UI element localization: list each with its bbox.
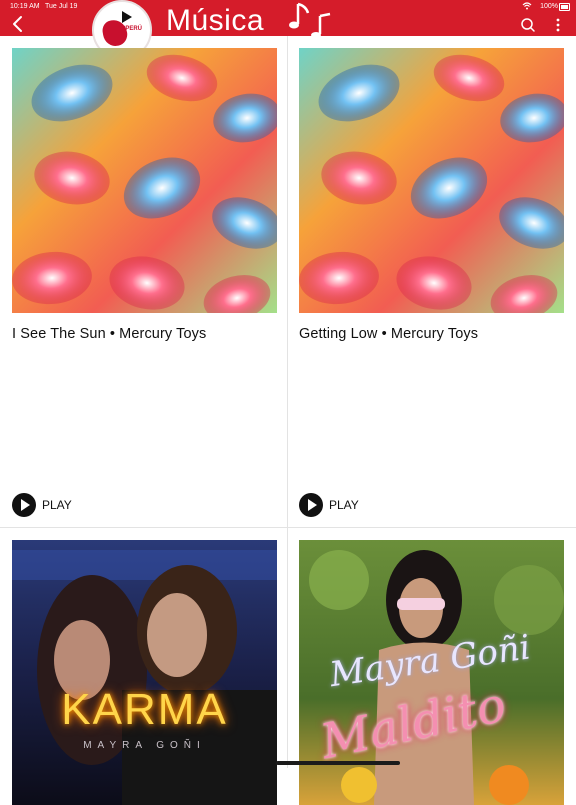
- album-cover[interactable]: [299, 48, 564, 313]
- chevron-left-icon[interactable]: [10, 14, 26, 34]
- status-date: Tue Jul 19: [45, 3, 78, 10]
- more-vertical-icon[interactable]: [550, 17, 566, 33]
- app-header: APPERÚ Música: [0, 0, 576, 60]
- play-button[interactable]: [12, 493, 36, 517]
- search-icon[interactable]: [520, 17, 536, 33]
- song-caption: Getting Low • Mercury Toys: [299, 326, 479, 342]
- logo-text: APPERÚ: [117, 26, 143, 32]
- song-grid: I See The Sun • Mercury Toys PLAY Gettin…: [0, 36, 576, 805]
- album-cover-artist: MAYRA GOÑI: [83, 740, 206, 751]
- song-card[interactable]: Mayra Goñi Maldito: [288, 528, 576, 805]
- album-cover[interactable]: Mayra Goñi Maldito: [299, 540, 564, 805]
- play-logo-icon: [122, 11, 132, 23]
- song-caption: I See The Sun • Mercury Toys: [12, 326, 207, 342]
- play-label[interactable]: PLAY: [329, 498, 359, 512]
- home-indicator: [276, 761, 400, 765]
- battery-icon: [559, 3, 570, 11]
- album-cover-title: KARMA: [61, 685, 228, 734]
- song-card[interactable]: I See The Sun • Mercury Toys PLAY: [0, 36, 287, 527]
- play-label[interactable]: PLAY: [42, 498, 72, 512]
- album-cover[interactable]: KARMA MAYRA GOÑI: [12, 540, 277, 805]
- play-button[interactable]: [299, 493, 323, 517]
- song-card[interactable]: KARMA MAYRA GOÑI: [0, 528, 287, 805]
- battery-percent: 100%: [540, 3, 558, 10]
- status-time: 10:19 AM: [10, 3, 40, 10]
- music-notes-icon: [289, 2, 331, 38]
- wifi-icon: [522, 2, 532, 10]
- song-card[interactable]: Getting Low • Mercury Toys PLAY: [288, 36, 576, 527]
- album-cover[interactable]: [12, 48, 277, 313]
